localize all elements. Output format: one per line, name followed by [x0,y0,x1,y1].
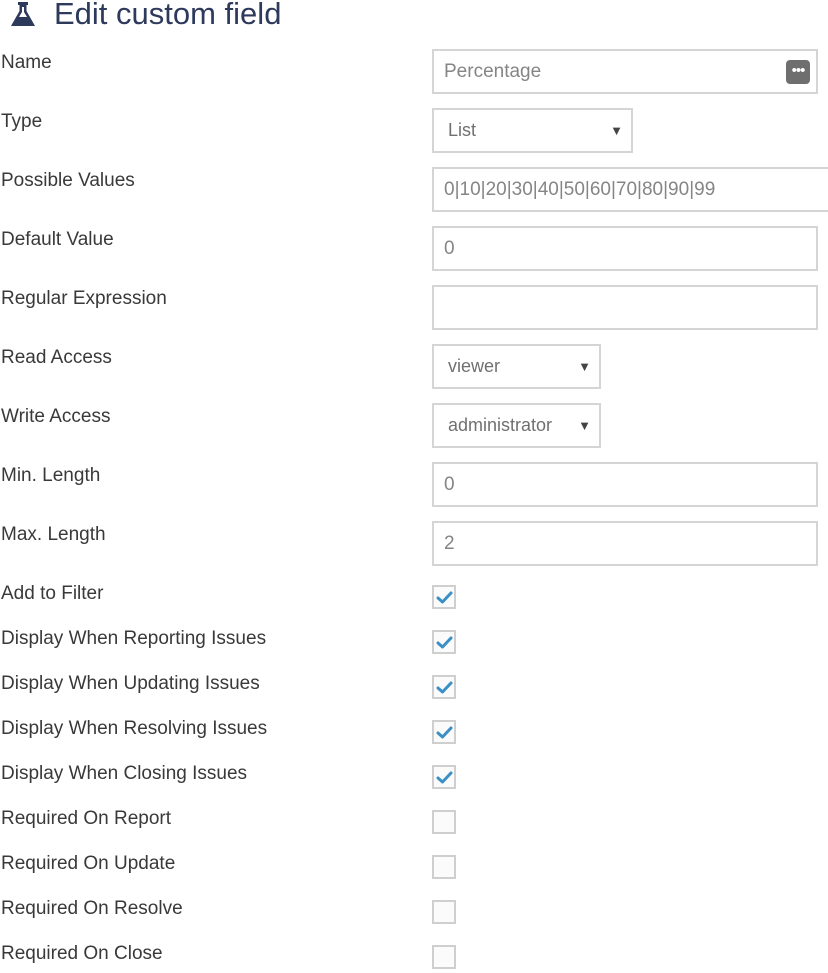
min-length-label: Min. Length [1,465,101,486]
name-value: Percentage [444,60,542,82]
type-select[interactable]: List ▼ [432,108,633,153]
read-access-selected: viewer [448,356,501,376]
possible-values-label: Possible Values [1,170,135,191]
flask-icon [11,2,35,26]
read-access-label: Read Access [1,347,112,368]
default-value-label: Default Value [1,229,114,250]
display-updating-checkbox[interactable] [432,675,456,699]
add-to-filter-label: Add to Filter [1,583,104,604]
type-label: Type [1,111,43,132]
page-header: Edit custom field [8,0,281,34]
ellipsis-icon[interactable]: ••• [786,60,810,84]
checkmark-icon [436,681,453,694]
required-report-label: Required On Report [1,808,172,829]
display-reporting-checkbox[interactable] [432,630,456,654]
checkmark-icon [436,726,453,739]
display-resolving-checkbox[interactable] [432,720,456,744]
display-closing-checkbox[interactable] [432,765,456,789]
name-input[interactable]: Percentage ••• [432,49,818,94]
required-close-label: Required On Close [1,943,163,964]
display-resolving-label: Display When Resolving Issues [1,718,268,739]
display-closing-label: Display When Closing Issues [1,763,248,784]
caret-down-icon: ▼ [578,417,591,433]
required-update-checkbox[interactable] [432,855,456,879]
caret-down-icon: ▼ [610,122,623,138]
checkmark-icon [436,591,453,604]
required-update-label: Required On Update [1,853,176,874]
checkmark-icon [436,636,453,649]
caret-down-icon: ▼ [578,358,591,374]
write-access-selected: administrator [448,415,553,435]
display-updating-label: Display When Updating Issues [1,673,260,694]
name-label: Name [1,52,52,73]
possible-values-input[interactable]: 0|10|20|30|40|50|60|70|80|90|99 [432,167,828,212]
required-resolve-checkbox[interactable] [432,900,456,924]
write-access-select[interactable]: administrator ▼ [432,403,601,448]
read-access-select[interactable]: viewer ▼ [432,344,601,389]
possible-values-value: 0|10|20|30|40|50|60|70|80|90|99 [444,178,716,200]
type-selected: List [448,120,477,140]
default-value-value: 0 [444,237,455,259]
max-length-label: Max. Length [1,524,106,545]
page-title: Edit custom field [54,0,282,31]
min-length-input[interactable]: 0 [432,462,818,507]
required-report-checkbox[interactable] [432,810,456,834]
add-to-filter-checkbox[interactable] [432,585,456,609]
max-length-value: 2 [444,532,455,554]
max-length-input[interactable]: 2 [432,521,818,566]
display-reporting-label: Display When Reporting Issues [1,628,267,649]
regular-expression-label: Regular Expression [1,288,167,309]
default-value-input[interactable]: 0 [432,226,818,271]
checkmark-icon [436,771,453,784]
min-length-value: 0 [444,473,455,495]
required-resolve-label: Required On Resolve [1,898,183,919]
regular-expression-input[interactable] [432,285,818,330]
write-access-label: Write Access [1,406,111,427]
required-close-checkbox[interactable] [432,945,456,969]
